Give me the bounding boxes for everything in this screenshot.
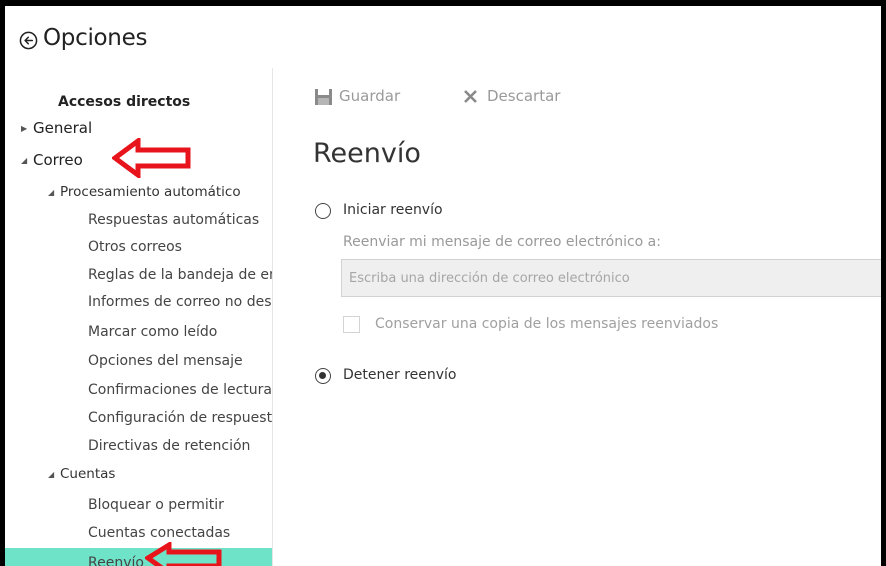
sidebar-item-reglas-bandeja[interactable]: Reglas de la bandeja de entrada bbox=[88, 262, 272, 288]
sidebar-item-configuracion-de-respuesta[interactable]: Configuración de respuesta bbox=[88, 405, 273, 431]
sidebar-item-label: Correo bbox=[33, 151, 83, 169]
keep-copy-checkbox[interactable] bbox=[343, 316, 360, 333]
forward-email-input[interactable] bbox=[341, 259, 881, 297]
sidebar-item-respuestas-automaticas[interactable]: Respuestas automáticas bbox=[88, 207, 259, 233]
sidebar-item-label: Respuestas automáticas bbox=[88, 212, 260, 228]
page-title: Opciones bbox=[43, 25, 148, 51]
save-disk-icon bbox=[315, 89, 332, 105]
collapsed-triangle-icon: ▶ bbox=[21, 124, 28, 133]
sidebar-item-otros-correos[interactable]: Otros correos bbox=[88, 234, 182, 260]
main-content: Guardar Descartar Reenvío Iniciar reenví… bbox=[273, 68, 881, 566]
close-x-icon bbox=[464, 90, 477, 103]
keep-copy-label: Conservar una copia de los mensajes reen… bbox=[375, 316, 719, 332]
sidebar-item-bloquear-o-permitir[interactable]: Bloquear o permitir bbox=[88, 492, 224, 518]
sidebar-item-label: Marcar como leído bbox=[88, 324, 218, 340]
sidebar-item-informes-correo-no-deseado[interactable]: Informes de correo no deseado bbox=[88, 289, 272, 315]
options-page: Opciones Accesos directos ▶ General ◢ Co… bbox=[5, 6, 881, 566]
start-forwarding-radio[interactable] bbox=[315, 203, 331, 219]
sidebar-item-marcar-como-leido[interactable]: Marcar como leído bbox=[88, 319, 217, 345]
sidebar-item-label: Accesos directos bbox=[58, 94, 191, 110]
sidebar-item-label: Procesamiento automático bbox=[60, 184, 241, 200]
sidebar-item-label: Reenvío bbox=[88, 555, 144, 566]
expanded-triangle-icon: ◢ bbox=[48, 188, 55, 197]
discard-label: Descartar bbox=[487, 87, 561, 105]
red-arrow-annotation-icon bbox=[145, 542, 222, 566]
sidebar-item-accesos-directos[interactable]: Accesos directos bbox=[58, 89, 190, 115]
sidebar-item-label: Opciones del mensaje bbox=[88, 353, 243, 369]
sidebar-item-label: Cuentas bbox=[60, 466, 116, 482]
header: Opciones bbox=[5, 6, 881, 68]
sidebar-item-label: Cuentas conectadas bbox=[88, 525, 231, 541]
back-arrow-icon[interactable] bbox=[19, 31, 38, 50]
sidebar-item-directivas-de-retencion[interactable]: Directivas de retención bbox=[88, 433, 250, 459]
sidebar-item-reenvio[interactable]: Reenvío bbox=[88, 550, 144, 566]
sidebar-item-label: Reglas de la bandeja de entrada bbox=[88, 267, 272, 283]
save-label: Guardar bbox=[339, 87, 401, 105]
forward-to-label: Reenviar mi mensaje de correo electrónic… bbox=[343, 234, 661, 250]
expanded-triangle-icon: ◢ bbox=[48, 470, 55, 479]
sidebar-item-label: Configuración de respuesta bbox=[88, 410, 273, 426]
sidebar: Accesos directos ▶ General ◢ Correo ◢ Pr… bbox=[5, 68, 273, 566]
sidebar-item-confirmaciones-de-lectura[interactable]: Confirmaciones de lectura bbox=[88, 377, 272, 403]
stop-forwarding-radio[interactable] bbox=[315, 368, 331, 384]
sidebar-item-label: Confirmaciones de lectura bbox=[88, 382, 272, 398]
sidebar-item-label: Informes de correo no deseado bbox=[88, 294, 272, 310]
start-forwarding-label: Iniciar reenvío bbox=[343, 202, 443, 218]
sidebar-item-opciones-del-mensaje[interactable]: Opciones del mensaje bbox=[88, 348, 243, 374]
stop-forwarding-label: Detener reenvío bbox=[343, 367, 457, 383]
expanded-triangle-icon: ◢ bbox=[21, 156, 28, 165]
sidebar-item-label: Bloquear o permitir bbox=[88, 497, 224, 513]
section-heading: Reenvío bbox=[313, 138, 421, 169]
sidebar-item-label: Directivas de retención bbox=[88, 438, 251, 454]
red-arrow-annotation-icon bbox=[112, 138, 191, 178]
sidebar-item-label: Otros correos bbox=[88, 239, 182, 255]
sidebar-item-label: General bbox=[33, 119, 93, 137]
